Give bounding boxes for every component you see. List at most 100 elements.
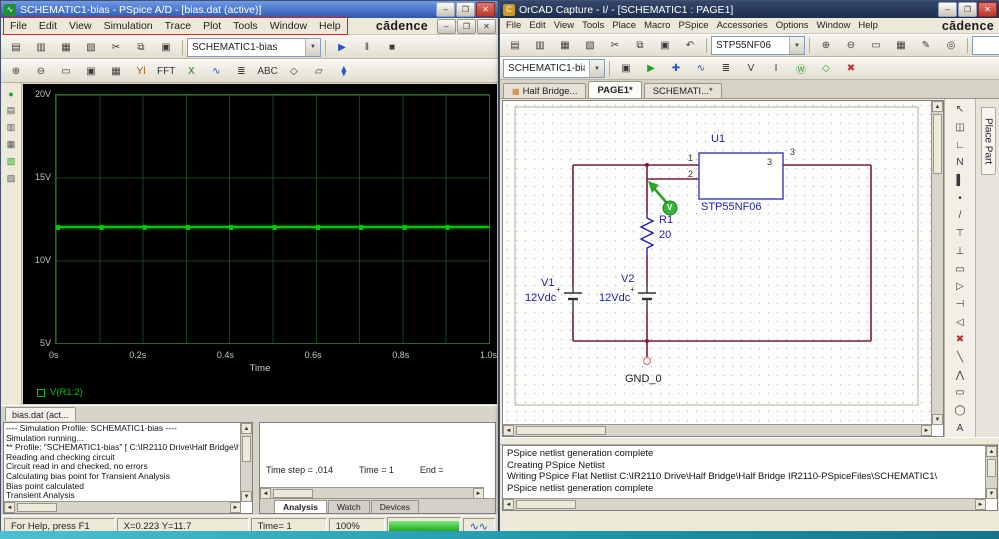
copy-icon[interactable]: ⧉ [628, 36, 652, 55]
scroll-up-icon[interactable]: ▲ [986, 446, 997, 457]
simulation-status-panel[interactable]: Time step = .014 Time = 1 End = ◄ ► Anal… [259, 422, 496, 514]
hier-block-icon[interactable]: ▭ [948, 260, 972, 278]
tab-analysis[interactable]: Analysis [274, 500, 327, 513]
simulation-profile-combo[interactable]: SCHEMATIC1-bias▼ [187, 38, 321, 57]
place-text-icon[interactable]: A [948, 419, 972, 437]
canvas-hscrollbar[interactable]: ◄ ► [503, 424, 932, 436]
session-log-panel[interactable]: PSpice netlist generation completeCreati… [502, 445, 998, 511]
off-page-icon[interactable]: ◁ [948, 313, 972, 331]
capture-menu-7[interactable]: Accessories [713, 20, 772, 31]
scroll-up-icon[interactable]: ▲ [241, 423, 252, 434]
undo-icon[interactable]: ↶ [678, 36, 702, 55]
v1-refdes[interactable]: V1 [541, 277, 554, 289]
scroll-right-icon[interactable]: ► [921, 425, 932, 436]
close-button[interactable]: ✕ [978, 2, 997, 17]
chevron-down-icon[interactable]: ▼ [589, 60, 604, 77]
place-wire-icon[interactable]: ∟ [948, 136, 972, 154]
place-part-tab[interactable]: Place Part [981, 107, 996, 175]
tab-half-bridge[interactable]: ▦ Half Bridge... [503, 83, 586, 98]
new-file-icon[interactable]: ▤ [4, 38, 28, 57]
maximize-button[interactable]: ❐ [958, 2, 977, 17]
place-part-icon[interactable]: ◫ [948, 119, 972, 137]
minimize-button[interactable]: – [436, 2, 455, 17]
delete-marker-icon[interactable]: ✖ [839, 59, 863, 78]
cut-icon[interactable]: ✂ [104, 38, 128, 57]
export-excel-icon[interactable]: X [179, 62, 203, 81]
place-junction-icon[interactable]: • [948, 189, 972, 207]
mdi-minimize-button[interactable]: – [437, 19, 456, 34]
pspice-menu-4[interactable]: Trace [159, 20, 197, 32]
open-doc-icon[interactable]: ▥ [528, 36, 552, 55]
pspice-menu-0[interactable]: File [4, 20, 33, 32]
pspice-menu-2[interactable]: View [63, 20, 98, 32]
close-button[interactable]: ✕ [476, 2, 495, 17]
capture-menu-1[interactable]: Edit [525, 20, 549, 31]
output-vscrollbar[interactable]: ▲ ▼ [240, 423, 252, 502]
u1-part-name[interactable]: STP55NF06 [701, 201, 762, 213]
output-hscrollbar[interactable]: ◄ ► [4, 501, 241, 513]
save-doc-icon[interactable]: ▦ [553, 36, 577, 55]
output-file-icon[interactable]: ▥ [3, 120, 19, 135]
cursor-icon[interactable]: ≣ [229, 62, 253, 81]
tab-watch[interactable]: Watch [328, 500, 370, 513]
place-polyline-icon[interactable]: ⋀ [948, 366, 972, 384]
paste-icon[interactable]: ▣ [653, 36, 677, 55]
canvas-vscrollbar[interactable]: ▲ ▼ [931, 101, 943, 425]
capture-menu-6[interactable]: PSpice [674, 20, 712, 31]
capture-profile-combo[interactable]: SCHEMATIC1-bias▼ [503, 59, 605, 78]
pspice-menu-7[interactable]: Window [264, 20, 313, 32]
cut-icon[interactable]: ✂ [603, 36, 627, 55]
v1-value[interactable]: 12Vdc [525, 292, 556, 304]
annotate-icon[interactable]: ✎ [914, 36, 938, 55]
zoom-fit-icon[interactable]: ▣ [79, 62, 103, 81]
scroll-down-icon[interactable]: ▼ [986, 488, 997, 499]
find-icon[interactable]: ◎ [939, 36, 963, 55]
capture-menu-5[interactable]: Macro [640, 20, 674, 31]
v2-value[interactable]: 12Vdc [599, 292, 630, 304]
scroll-right-icon[interactable]: ► [230, 502, 241, 513]
zoom-all-icon[interactable]: ▭ [864, 36, 888, 55]
capture-menu-2[interactable]: View [550, 20, 578, 31]
pspice-menu-3[interactable]: Simulation [98, 20, 159, 32]
bus-entry-icon[interactable]: / [948, 207, 972, 225]
place-ellipse-icon[interactable]: ◯ [948, 402, 972, 420]
pspice-menu-8[interactable]: Help [313, 20, 347, 32]
copy-icon[interactable]: ⧉ [129, 38, 153, 57]
view-results-icon[interactable]: ∿ [689, 59, 713, 78]
bias-power-icon[interactable]: Ⓦ [789, 59, 813, 78]
capture-titlebar[interactable]: C OrCAD Capture - I/ - [SCHEMATIC1 : PAG… [500, 1, 999, 18]
print-doc-icon[interactable]: ▧ [578, 36, 602, 55]
bias-voltage-icon[interactable]: V [739, 59, 763, 78]
ground-label[interactable]: GND_0 [625, 373, 662, 385]
place-power-icon[interactable]: ⊤ [948, 225, 972, 243]
voltage-probe-icon[interactable]: V [667, 203, 672, 212]
pspice-menu-6[interactable]: Tools [227, 20, 264, 32]
zoom-out-icon[interactable]: ⊖ [29, 62, 53, 81]
simulation-output-panel[interactable]: ---- Simulation Profile: SCHEMATIC1-bias… [3, 422, 253, 514]
new-doc-icon[interactable]: ▤ [503, 36, 527, 55]
edit-profile-icon[interactable]: ▣ [614, 59, 638, 78]
place-line-icon[interactable]: ╲ [948, 349, 972, 367]
log-vscrollbar[interactable]: ▲ ▼ [985, 446, 997, 499]
mdi-close-button[interactable]: ✕ [477, 19, 496, 34]
scroll-right-icon[interactable]: ► [975, 499, 986, 510]
u1-refdes[interactable]: U1 [711, 133, 725, 145]
plot-window-icon[interactable]: ▱ [307, 62, 331, 81]
v2-refdes[interactable]: V2 [621, 273, 634, 285]
zoom-area-icon[interactable]: ▭ [54, 62, 78, 81]
net-alias-icon[interactable]: N [948, 154, 972, 172]
voltage-marker-icon[interactable]: ◇ [814, 59, 838, 78]
mdi-restore-button[interactable]: ❐ [457, 19, 476, 34]
place-rect-icon[interactable]: ▭ [948, 384, 972, 402]
pause-simulation-icon[interactable]: ‖ [355, 38, 379, 57]
r1-refdes[interactable]: R1 [659, 214, 673, 226]
part-combo[interactable]: STP55NF06▼ [711, 36, 805, 55]
tab-devices[interactable]: Devices [371, 500, 419, 513]
bias-current-icon[interactable]: I [764, 59, 788, 78]
place-port-icon[interactable]: ▷ [948, 278, 972, 296]
log-splitter[interactable] [500, 437, 999, 445]
run-pspice-icon[interactable]: ▶ [639, 59, 663, 78]
tab-page1[interactable]: PAGE1* [588, 81, 641, 98]
search-combo[interactable]: ▼ [972, 36, 999, 55]
log-hscrollbar[interactable]: ◄ ► [503, 498, 986, 510]
